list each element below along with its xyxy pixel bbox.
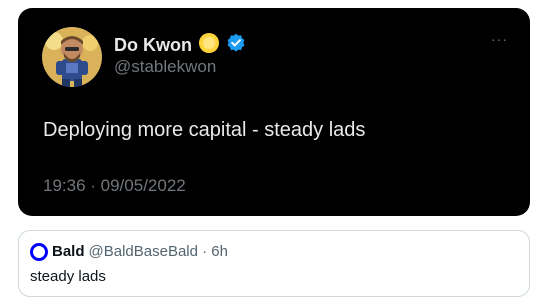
sun-emoji-icon <box>198 32 220 58</box>
quote-handle-time: @BaldBaseBald · 6h <box>88 243 228 260</box>
display-name[interactable]: Do Kwon <box>114 35 192 55</box>
quote-tweet-card[interactable]: Bald @BaldBaseBald · 6h steady lads <box>18 230 530 297</box>
more-options-icon[interactable]: ··· <box>491 32 508 46</box>
quote-header: Bald @BaldBaseBald · 6h <box>30 243 228 261</box>
avatar[interactable] <box>42 27 102 87</box>
verified-badge-icon <box>226 33 246 57</box>
quote-display-name[interactable]: Bald <box>52 243 85 261</box>
tweet-card[interactable]: Do Kwon @stablekwon ··· Deploying more c… <box>18 8 530 216</box>
quote-text: steady lads <box>30 268 106 285</box>
display-name-row[interactable]: Do Kwon <box>114 32 246 58</box>
blue-ring-avatar-icon[interactable] <box>30 243 48 261</box>
timestamp[interactable]: 19:36 · 09/05/2022 <box>43 176 186 196</box>
handle[interactable]: @stablekwon <box>114 57 216 77</box>
tweet-text: Deploying more capital - steady lads <box>43 119 366 141</box>
